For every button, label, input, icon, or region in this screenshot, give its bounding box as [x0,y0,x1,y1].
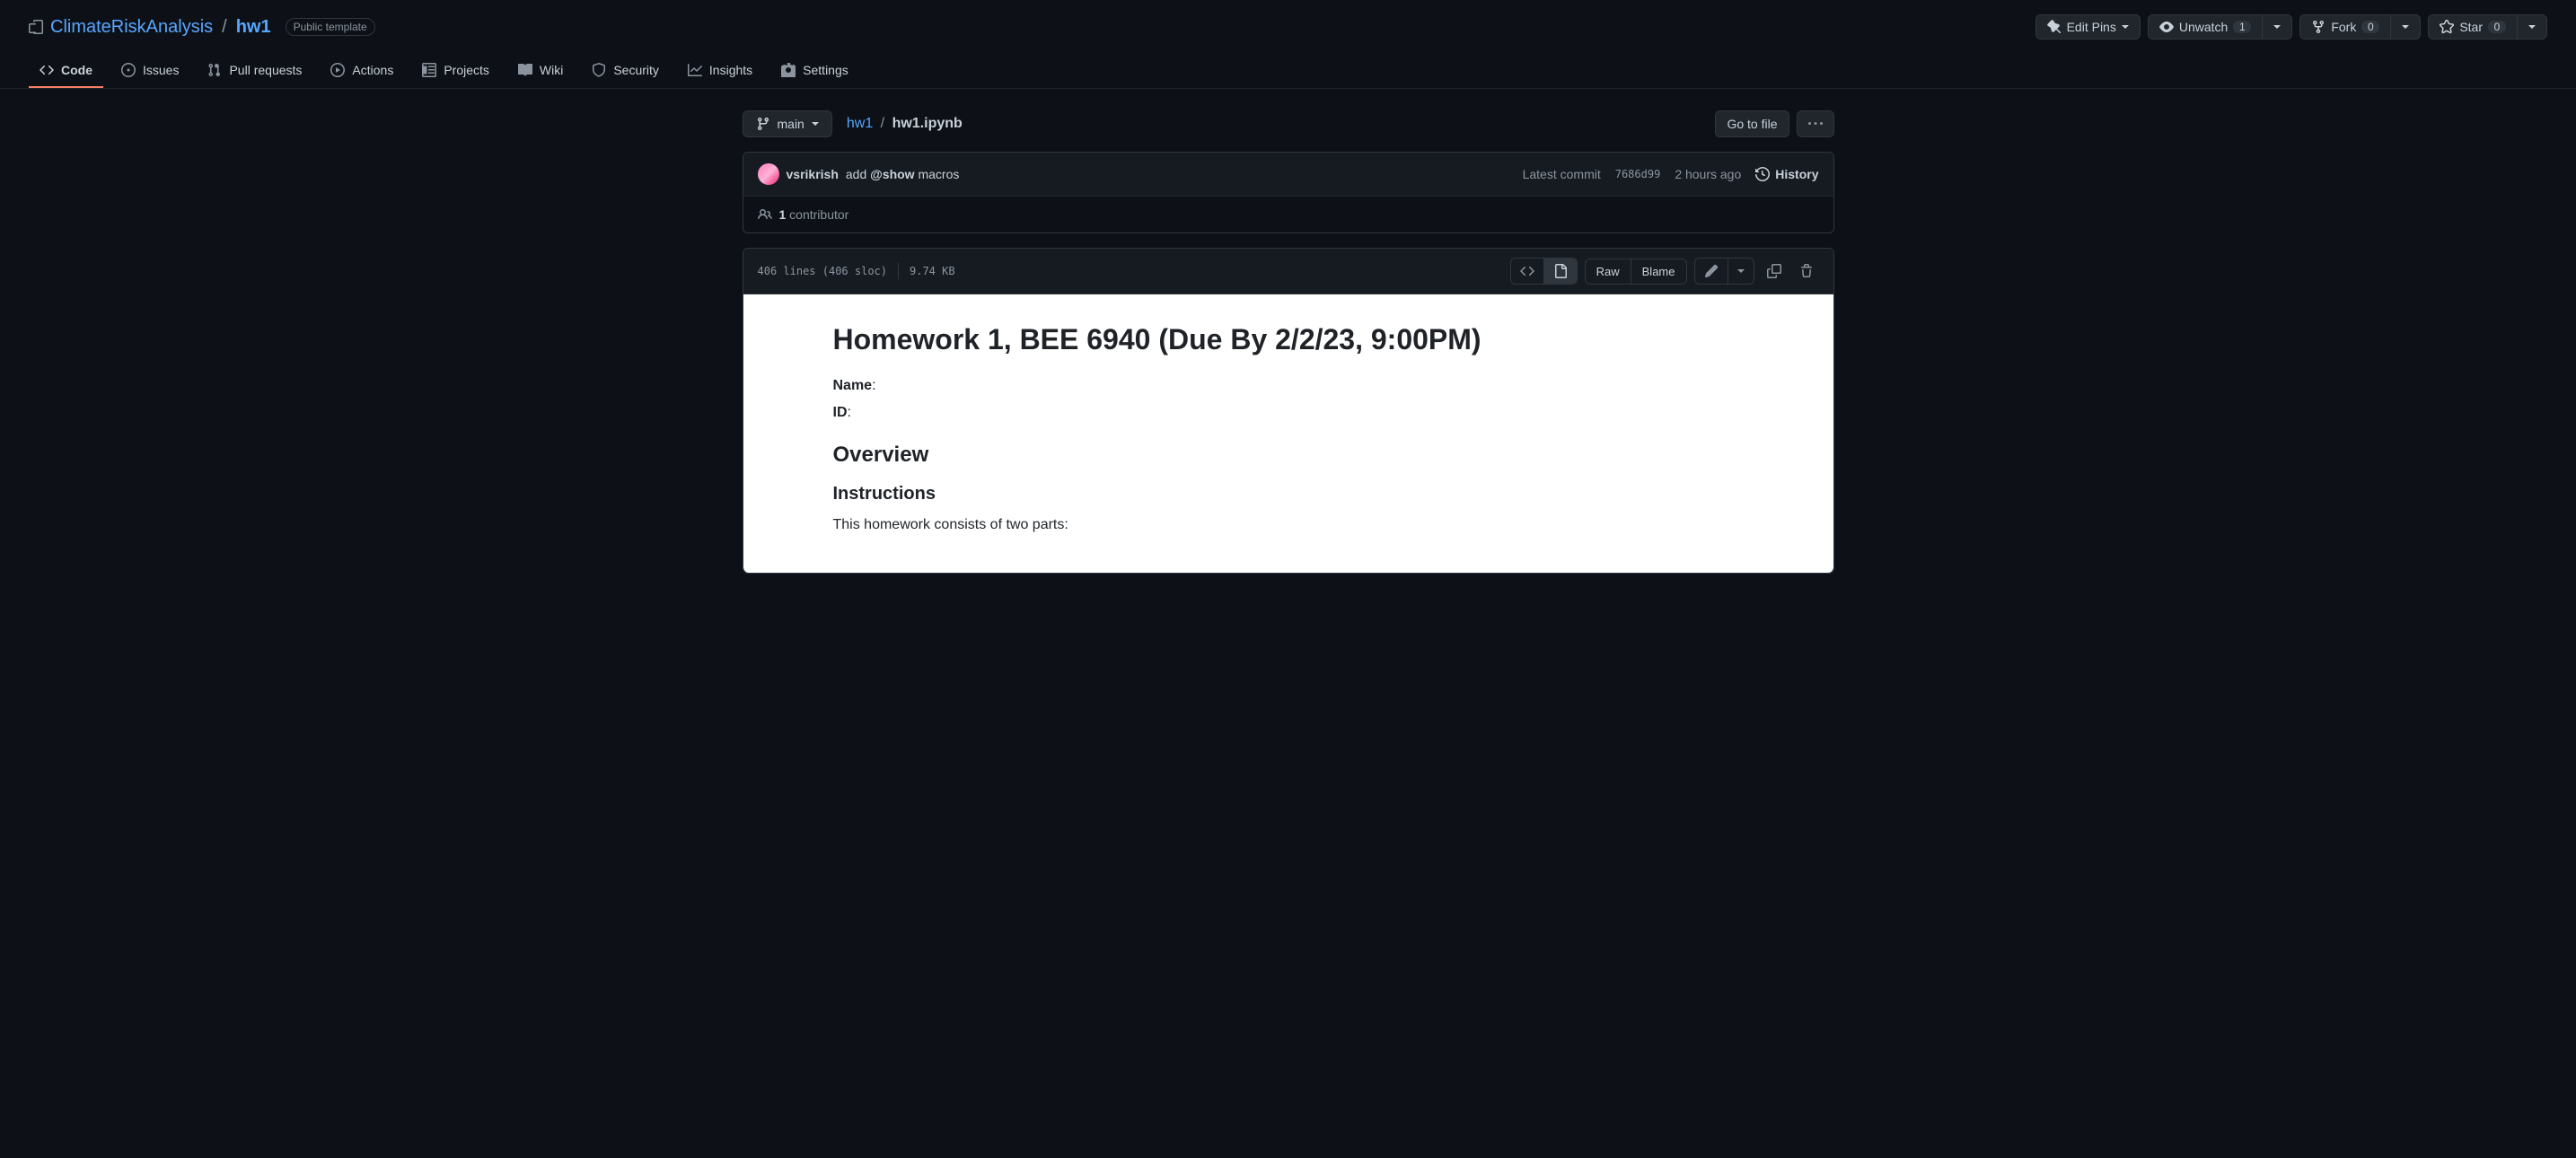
star-icon [2440,20,2454,34]
caret-down-icon [2528,25,2536,29]
template-label: Public template [286,18,375,36]
commit-author[interactable]: vsrikrish [787,167,839,181]
code-icon [1520,264,1534,278]
tab-insights[interactable]: Insights [677,54,763,88]
breadcrumb: hw1 / hw1.ipynb [847,116,963,132]
delete-button[interactable] [1794,259,1819,284]
eye-icon [2159,20,2174,34]
code-icon [40,63,54,77]
star-count: 0 [2488,21,2506,33]
document-title: Homework 1, BEE 6940 (Due By 2/2/23, 9:0… [833,323,1744,356]
watch-count: 1 [2233,21,2251,33]
copy-icon [1767,264,1781,278]
unwatch-button[interactable]: Unwatch 1 [2148,14,2263,39]
copy-button[interactable] [1762,259,1787,284]
blame-button[interactable]: Blame [1631,259,1686,284]
trash-icon [1799,264,1814,278]
unwatch-dropdown[interactable] [2263,14,2292,39]
latest-commit-label: Latest commit [1523,167,1601,181]
branch-icon [756,117,770,131]
instructions-heading: Instructions [833,484,1744,504]
tab-projects[interactable]: Projects [411,54,500,88]
fork-count: 0 [2361,21,2379,33]
more-options-button[interactable] [1797,110,1834,137]
breadcrumb-sep: / [222,17,227,38]
repo-link[interactable]: hw1 [236,17,271,38]
caret-down-icon [2402,25,2409,29]
edit-pins-button[interactable]: Edit Pins [2035,14,2141,39]
fork-button[interactable]: Fork 0 [2299,14,2391,39]
body-text: This homework consists of two parts: [833,517,1744,533]
path-file: hw1.ipynb [892,116,963,131]
graph-icon [688,63,702,77]
overview-heading: Overview [833,443,1744,468]
issues-icon [121,63,136,77]
people-icon [758,207,772,222]
shield-icon [592,63,606,77]
pull-request-icon [207,63,222,77]
history-icon [1755,167,1770,181]
file-size: 9.74 KB [910,265,955,277]
tab-security[interactable]: Security [581,54,670,88]
file-icon [1553,264,1568,278]
play-icon [330,63,345,77]
rendered-view-button[interactable] [1543,259,1577,284]
source-view-button[interactable] [1511,259,1543,284]
commit-time: 2 hours ago [1675,167,1741,181]
caret-down-icon [2273,25,2281,29]
table-icon [422,63,436,77]
caret-down-icon [812,122,819,126]
tab-settings[interactable]: Settings [770,54,859,88]
tab-actions[interactable]: Actions [320,54,404,88]
avatar[interactable] [758,163,779,185]
branch-select[interactable]: main [743,110,832,137]
caret-down-icon [2122,25,2129,29]
star-dropdown[interactable] [2518,14,2547,39]
gear-icon [781,63,796,77]
star-button[interactable]: Star 0 [2428,14,2518,39]
go-to-file-button[interactable]: Go to file [1715,110,1789,137]
fork-icon [2311,20,2325,34]
commit-message[interactable]: add @show macros [846,167,959,181]
tab-pulls[interactable]: Pull requests [197,54,312,88]
contributors-row[interactable]: 1 contributor [743,196,1833,232]
id-field: ID: [833,405,1744,421]
repo-template-icon [29,20,43,34]
pin-icon [2047,20,2062,34]
path-repo-link[interactable]: hw1 [847,116,873,131]
pencil-icon [1704,264,1719,278]
kebab-icon [1808,117,1823,131]
history-link[interactable]: History [1755,167,1818,181]
fork-dropdown[interactable] [2391,14,2421,39]
name-field: Name: [833,378,1744,394]
org-link[interactable]: ClimateRiskAnalysis [50,17,213,38]
tab-issues[interactable]: Issues [110,54,189,88]
commit-hash[interactable]: 7686d99 [1615,168,1661,180]
raw-button[interactable]: Raw [1586,259,1631,284]
caret-down-icon [1737,269,1745,273]
book-icon [518,63,532,77]
tab-code[interactable]: Code [29,54,103,88]
edit-button[interactable] [1695,259,1728,284]
edit-dropdown[interactable] [1728,259,1754,284]
file-lines: 406 lines (406 sloc) [758,265,888,277]
tab-wiki[interactable]: Wiki [507,54,574,88]
